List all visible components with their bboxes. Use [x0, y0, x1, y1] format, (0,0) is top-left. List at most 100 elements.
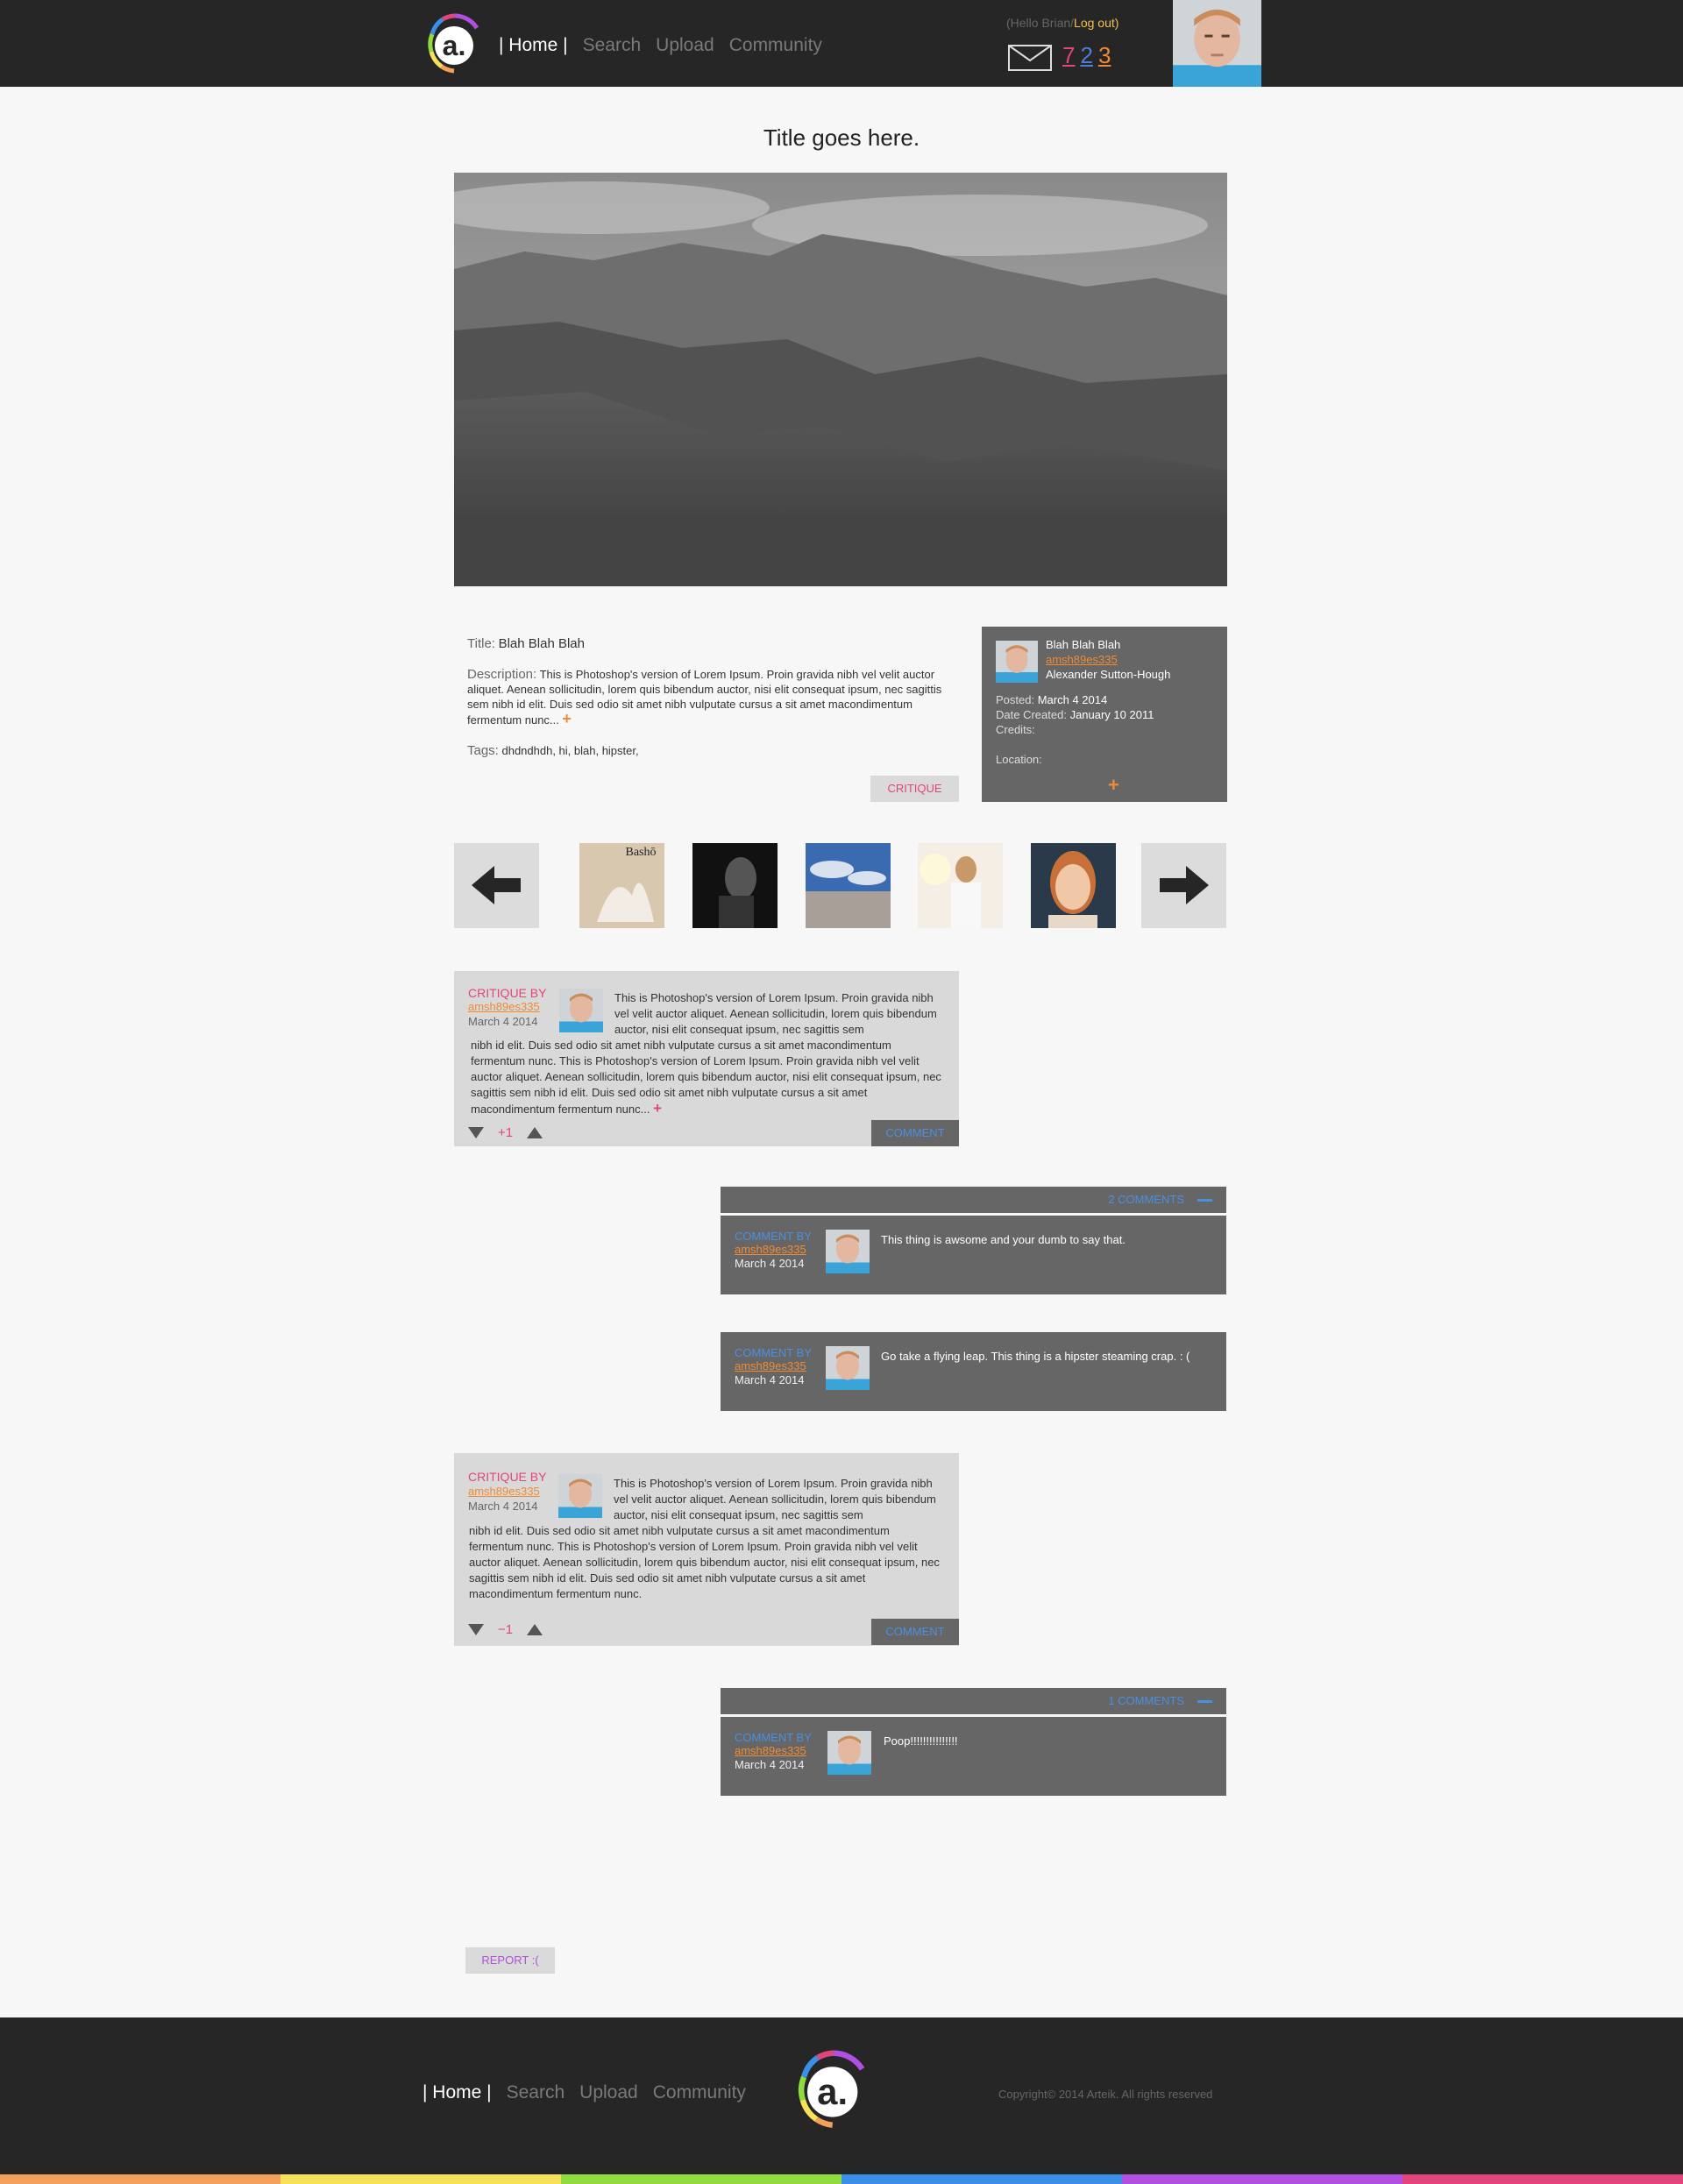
author-full-name: Alexander Sutton-Hough: [1046, 668, 1171, 681]
critique-button[interactable]: CRITIQUE: [870, 776, 959, 802]
author-card: Blah Blah Blah amsh89es335 Alexander Sut…: [982, 627, 1227, 802]
hello-text: (Hello Brian/: [1006, 16, 1075, 30]
color-stripe-pink: [1402, 2174, 1683, 2184]
author-more-icon[interactable]: +: [1108, 774, 1119, 797]
critique-card: CRITIQUE BY amsh89es335 March 4 2014 Thi…: [454, 1453, 959, 1646]
credits-label: Credits:: [996, 723, 1035, 736]
critique-avatar[interactable]: [559, 989, 603, 1032]
created-label: Date Created:: [996, 708, 1067, 721]
nav-home[interactable]: | Home |: [499, 35, 568, 56]
critique-more-icon[interactable]: +: [653, 1100, 662, 1117]
count-critiques[interactable]: 3: [1098, 42, 1111, 69]
nav-search[interactable]: Search: [583, 35, 642, 56]
comment-card: COMMENT BY amsh89es335 March 4 2014 Poop…: [721, 1717, 1226, 1796]
main-artwork-image[interactable]: [454, 173, 1227, 586]
color-stripe-blue: [842, 2174, 1122, 2184]
comment-avatar[interactable]: [826, 1346, 870, 1390]
description-more-icon[interactable]: +: [562, 710, 572, 727]
comments-count[interactable]: 1 COMMENTS: [1108, 1688, 1184, 1714]
svg-text:a.: a.: [443, 30, 466, 61]
comment-by-label: COMMENT BY: [735, 1346, 812, 1359]
comment-text: Go take a flying leap. This thing is a h…: [881, 1350, 1190, 1363]
tags-label: Tags:: [467, 743, 499, 758]
critique-date: March 4 2014: [468, 1015, 538, 1028]
comment-date: March 4 2014: [735, 1373, 805, 1386]
svg-text:a.: a.: [817, 2071, 848, 2112]
color-stripe-green: [561, 2174, 842, 2184]
footer-nav: | Home | Search Upload Community: [423, 2082, 761, 2103]
comments-toggle-bar[interactable]: 2 COMMENTS: [721, 1187, 1226, 1213]
comment-username[interactable]: amsh89es335: [735, 1744, 806, 1757]
author-avatar[interactable]: [996, 641, 1038, 683]
critique-body: nibh id elit. Duis sed odio sit amet nib…: [471, 1038, 948, 1117]
comment-date: March 4 2014: [735, 1257, 805, 1270]
page-title: Title goes here.: [763, 124, 920, 151]
gallery-thumb-4[interactable]: [918, 843, 1003, 928]
comment-text: Poop!!!!!!!!!!!!!!!: [884, 1734, 958, 1748]
comment-by-label: COMMENT BY: [735, 1230, 812, 1243]
footer-nav-search[interactable]: Search: [507, 2082, 565, 2103]
gallery-thumb-5[interactable]: [1031, 843, 1116, 928]
greeting: (Hello Brian/Log out): [1006, 16, 1118, 30]
comments-count[interactable]: 2 COMMENTS: [1108, 1187, 1184, 1213]
title-value: Blah Blah Blah: [498, 636, 585, 651]
comment-avatar[interactable]: [827, 1731, 871, 1775]
vote-up-icon[interactable]: [527, 1624, 543, 1635]
gallery-thumb-3[interactable]: [806, 843, 891, 928]
gallery-next-button[interactable]: [1141, 843, 1226, 928]
main-nav: | Home | Search Upload Community: [499, 35, 837, 56]
arrow-left-icon: [472, 866, 521, 904]
comment-card: COMMENT BY amsh89es335 March 4 2014 Go t…: [721, 1332, 1226, 1411]
author-username[interactable]: amsh89es335: [1046, 653, 1118, 666]
footer-nav-home[interactable]: | Home |: [423, 2082, 492, 2103]
gallery-thumb-1[interactable]: Bashō: [579, 843, 664, 928]
collapse-minus-icon[interactable]: [1197, 1199, 1212, 1202]
user-avatar[interactable]: [1173, 0, 1261, 87]
description-value: This is Photoshop's version of Lorem Ips…: [467, 668, 942, 727]
logo-icon[interactable]: a.: [426, 11, 484, 75]
posted-label: Posted:: [996, 693, 1035, 706]
critique-username[interactable]: amsh89es335: [468, 1485, 540, 1498]
critique-body-rest: nibh id elit. Duis sed odio sit amet nib…: [471, 1039, 941, 1116]
title-label: Title:: [467, 636, 495, 651]
nav-community[interactable]: Community: [729, 35, 822, 56]
comment-button[interactable]: COMMENT: [871, 1619, 959, 1645]
vote-up-icon[interactable]: [527, 1127, 543, 1138]
tags-row: Tags: dhdndhdh, hi, blah, hipster,: [467, 743, 958, 758]
site-footer: | Home | Search Upload Community a. Copy…: [0, 2017, 1683, 2174]
footer-logo-icon[interactable]: a.: [796, 2046, 871, 2131]
comment-text: This thing is awsome and your dumb to sa…: [881, 1233, 1126, 1246]
report-button[interactable]: REPORT :(: [465, 1947, 555, 1974]
tags-value[interactable]: dhdndhdh, hi, blah, hipster,: [501, 744, 638, 757]
comments-toggle-bar[interactable]: 1 COMMENTS: [721, 1688, 1226, 1714]
count-messages[interactable]: 7: [1062, 42, 1075, 69]
created-row: Date Created: January 10 2011: [996, 708, 1154, 721]
notification-counts: 7 2 3: [1062, 42, 1111, 69]
critique-body-top: This is Photoshop's version of Lorem Ips…: [614, 1477, 936, 1521]
vote-controls: −1: [468, 1622, 543, 1637]
critique-card: CRITIQUE BY amsh89es335 March 4 2014 Thi…: [454, 971, 959, 1146]
critique-avatar[interactable]: [558, 1474, 602, 1518]
arrow-right-icon: [1160, 866, 1209, 904]
comment-username[interactable]: amsh89es335: [735, 1243, 806, 1256]
vote-down-icon[interactable]: [468, 1624, 484, 1635]
logout-link[interactable]: Log out): [1074, 16, 1118, 30]
collapse-minus-icon[interactable]: [1197, 1700, 1212, 1703]
count-comments[interactable]: 2: [1080, 42, 1092, 69]
gallery-thumb-2[interactable]: [692, 843, 778, 928]
comment-username[interactable]: amsh89es335: [735, 1359, 806, 1372]
footer-nav-community[interactable]: Community: [653, 2082, 746, 2103]
comment-avatar[interactable]: [826, 1230, 870, 1273]
gallery-prev-button[interactable]: [454, 843, 539, 928]
critique-username[interactable]: amsh89es335: [468, 1000, 540, 1013]
nav-upload[interactable]: Upload: [656, 35, 714, 56]
vote-down-icon[interactable]: [468, 1127, 484, 1138]
critique-body-rest: nibh id elit. Duis sed odio sit amet nib…: [469, 1524, 940, 1600]
description-label: Description:: [467, 667, 537, 682]
comment-button[interactable]: COMMENT: [871, 1120, 959, 1146]
color-stripe-purple: [1122, 2174, 1402, 2184]
footer-nav-upload[interactable]: Upload: [579, 2082, 638, 2103]
posted-value: March 4 2014: [1037, 693, 1108, 706]
mail-icon[interactable]: [1008, 45, 1052, 71]
comment-by-label: COMMENT BY: [735, 1731, 812, 1744]
